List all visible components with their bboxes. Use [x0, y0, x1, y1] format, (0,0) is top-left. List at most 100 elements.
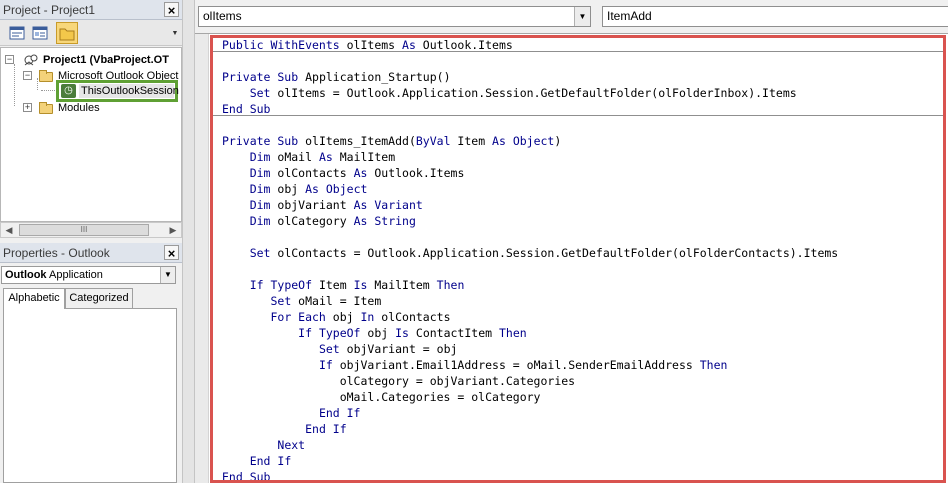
procedure-dropdown[interactable]: ItemAdd — [602, 6, 948, 27]
code-keyword: As Object — [305, 182, 368, 196]
code-margin — [195, 34, 209, 483]
code-line[interactable]: Set objVariant = obj — [222, 341, 457, 357]
code-line[interactable]: If TypeOf Item Is MailItem Then — [222, 277, 465, 293]
view-object-icon — [32, 26, 48, 40]
project-toolbar: ▼ — [0, 20, 182, 46]
code-keyword: Then — [498, 326, 527, 340]
code-line[interactable]: End Sub — [222, 469, 270, 483]
project-pane-title: Project - Project1 — [3, 3, 96, 17]
code-keyword: Public WithEvents — [222, 38, 340, 52]
code-keyword: Dim — [249, 198, 271, 212]
code-line[interactable]: oMail.Categories = olCategory — [222, 389, 541, 405]
project-pane-titlebar[interactable]: Project - Project1 × — [0, 0, 182, 20]
code-line[interactable]: Dim objVariant As Variant — [222, 197, 423, 213]
code-line[interactable]: End If — [222, 453, 292, 469]
chevron-down-icon[interactable]: ▼ — [160, 267, 175, 283]
code-line[interactable]: Dim oMail As MailItem — [222, 149, 395, 165]
collapse-icon[interactable]: − — [23, 71, 32, 80]
code-keyword: Next — [277, 438, 306, 452]
code-line[interactable]: For Each obj In olContacts — [222, 309, 451, 325]
code-keyword: End Sub — [222, 470, 271, 483]
code-editor[interactable]: Public WithEvents olItems As Outlook.Ite… — [195, 33, 948, 483]
view-object-button[interactable] — [29, 22, 51, 44]
code-text: Outlook.Items — [367, 166, 465, 180]
code-line[interactable]: Set olItems = Outlook.Application.Sessio… — [222, 85, 797, 101]
tab-alphabetic[interactable]: Alphabetic — [3, 288, 65, 309]
toggle-folders-button[interactable] — [56, 22, 78, 44]
code-keyword: End If — [249, 454, 292, 468]
code-text: ) — [554, 134, 562, 148]
properties-pane-title: Properties - Outlook — [3, 246, 110, 260]
tab-categorized[interactable]: Categorized — [65, 288, 133, 308]
code-line[interactable]: Private Sub Application_Startup() — [222, 69, 451, 85]
object-dropdown[interactable]: olItems ▼ — [198, 6, 591, 27]
code-line[interactable]: Next — [222, 437, 305, 453]
code-line[interactable]: Dim olContacts As Outlook.Items — [222, 165, 465, 181]
code-text: objVariant.Email1Address = oMail.SenderE… — [332, 358, 700, 372]
code-keyword: If TypeOf — [298, 326, 361, 340]
folder-icon — [39, 102, 53, 114]
code-text: MailItem — [367, 278, 437, 292]
object-dropdown-value: olItems — [203, 9, 242, 23]
scroll-right-arrow-icon[interactable]: ▶ — [165, 223, 181, 237]
view-code-button[interactable] — [6, 22, 28, 44]
code-line[interactable]: olCategory = objVariant.Categories — [222, 373, 575, 389]
expand-icon[interactable]: + — [23, 103, 32, 112]
code-line[interactable]: If objVariant.Email1Address = oMail.Send… — [222, 357, 728, 373]
tree-item-label: ThisOutlookSession — [79, 84, 179, 98]
code-line[interactable]: Private Sub olItems_ItemAdd(ByVal Item A… — [222, 133, 561, 149]
code-line[interactable]: Set oMail = Item — [222, 293, 381, 309]
code-line[interactable]: Dim olCategory As String — [222, 213, 416, 229]
folder-icon — [59, 28, 75, 41]
code-text: obj — [360, 326, 396, 340]
code-text: oMail.Categories = olCategory — [222, 390, 541, 404]
left-panel: Project - Project1 × ▼ − Project1 (VbaPr… — [0, 0, 182, 483]
code-keyword: Dim — [249, 166, 271, 180]
code-line[interactable]: End If — [222, 405, 361, 421]
code-keyword: End If — [305, 422, 347, 436]
code-text: olContacts — [374, 310, 451, 324]
close-icon[interactable]: × — [164, 245, 179, 261]
code-line[interactable]: Public WithEvents olItems As Outlook.Ite… — [222, 37, 513, 53]
collapse-icon[interactable]: − — [5, 55, 14, 64]
pane-splitter[interactable] — [182, 0, 195, 483]
tree-item-this-outlook-session[interactable]: ◷ ThisOutlookSession — [56, 80, 179, 102]
properties-object-select[interactable]: Outlook Application ▼ — [1, 266, 176, 284]
scroll-left-arrow-icon[interactable]: ◀ — [1, 223, 17, 237]
vba-project-icon — [24, 54, 38, 66]
code-text: objVariant = obj — [339, 342, 458, 356]
toolbar-chevron-down-icon[interactable]: ▼ — [170, 26, 180, 42]
code-text: olContacts = Outlook.Application.Session… — [270, 246, 839, 260]
code-keyword: Set — [249, 86, 271, 100]
code-keyword: End Sub — [222, 102, 271, 116]
code-line[interactable]: Dim obj As Object — [222, 181, 368, 197]
code-keyword: For Each — [270, 310, 326, 324]
code-text: olCategory = objVariant.Categories — [222, 374, 576, 388]
code-text: Outlook.Items — [415, 38, 513, 52]
code-line[interactable]: End Sub — [222, 101, 270, 117]
chevron-down-icon[interactable]: ▼ — [574, 7, 590, 26]
code-line[interactable]: End If — [222, 421, 347, 437]
code-text: MailItem — [332, 150, 396, 164]
tree-horizontal-scrollbar[interactable]: ◀ III ▶ — [0, 222, 182, 238]
properties-pane-titlebar[interactable]: Properties - Outlook × — [0, 243, 182, 263]
code-keyword: Private Sub — [222, 70, 299, 84]
properties-grid[interactable] — [3, 308, 177, 483]
folder-icon — [39, 70, 53, 82]
code-text: objVariant — [270, 198, 354, 212]
close-icon[interactable]: × — [164, 2, 179, 18]
code-keyword: If TypeOf — [249, 278, 313, 292]
code-line[interactable]: If TypeOf obj Is ContactItem Then — [222, 325, 527, 341]
code-line[interactable]: Set olContacts = Outlook.Application.Ses… — [222, 245, 839, 261]
scrollbar-thumb[interactable]: III — [19, 224, 149, 236]
code-keyword: Dim — [249, 182, 271, 196]
object-name: Outlook — [5, 269, 47, 281]
